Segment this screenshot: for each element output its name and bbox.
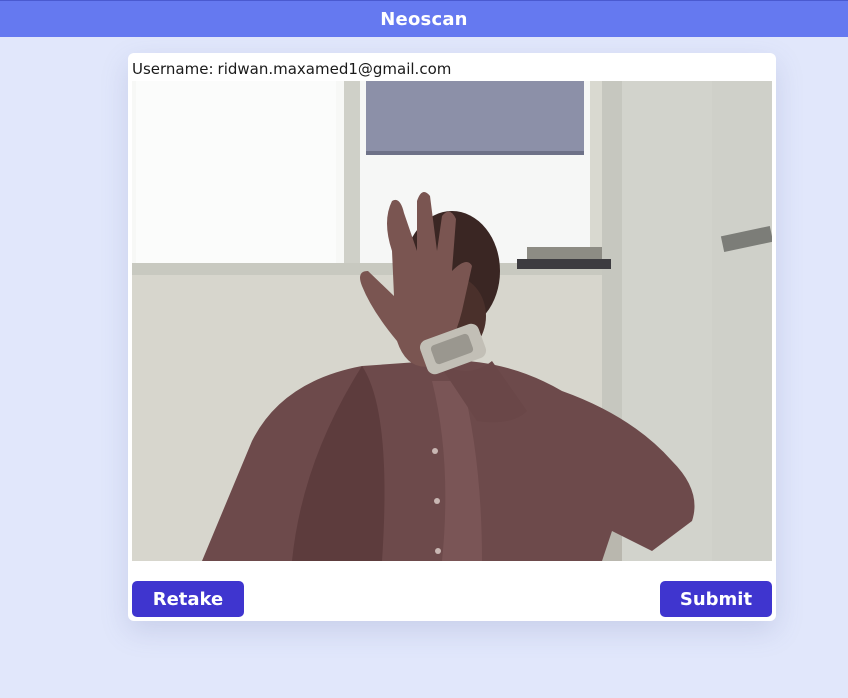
app-header: Neoscan bbox=[0, 0, 848, 37]
captured-photo bbox=[132, 81, 772, 561]
username-value: ridwan.maxamed1@gmail.com bbox=[217, 60, 452, 78]
username-line: Username: ridwan.maxamed1@gmail.com bbox=[132, 60, 451, 78]
captured-photo-image bbox=[132, 81, 772, 561]
submit-button[interactable]: Submit bbox=[660, 581, 772, 617]
retake-button[interactable]: Retake bbox=[132, 581, 244, 617]
username-label: Username: bbox=[132, 60, 214, 78]
capture-card: Username: ridwan.maxamed1@gmail.com Reta… bbox=[128, 53, 776, 621]
app-title: Neoscan bbox=[380, 8, 468, 30]
